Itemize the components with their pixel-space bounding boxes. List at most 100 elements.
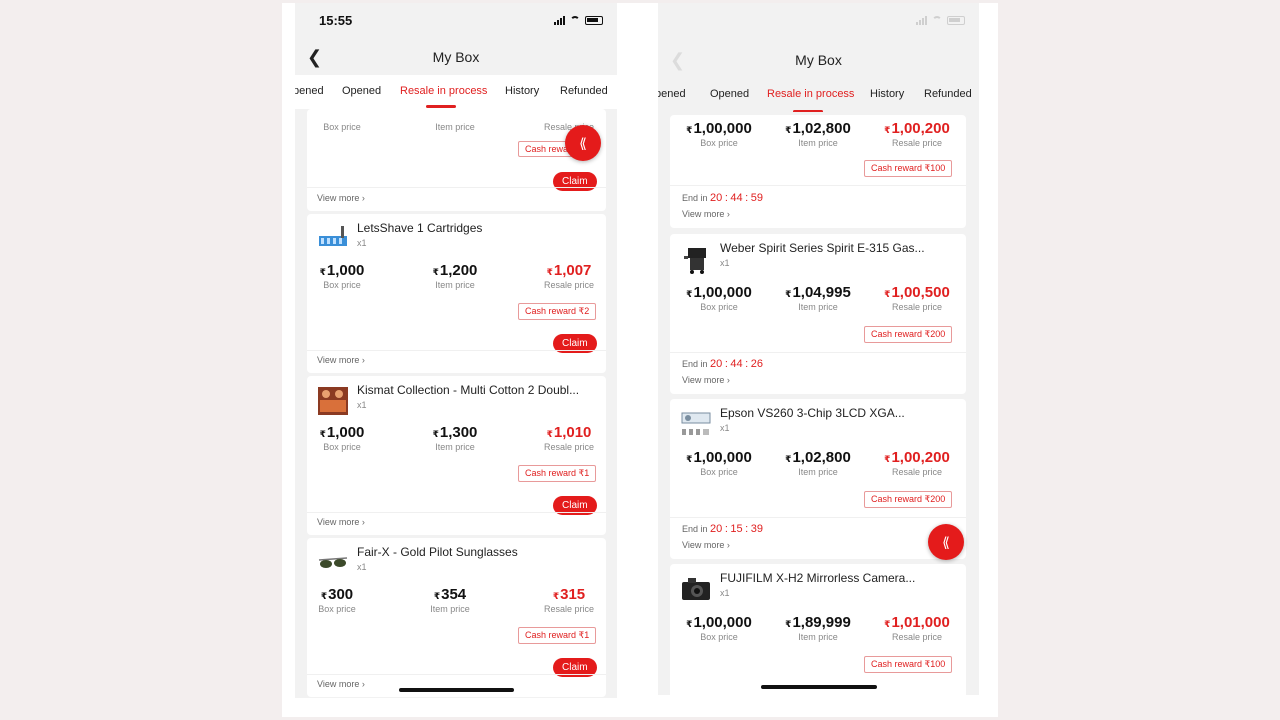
resale-price-col: ₹315 Resale price bbox=[543, 586, 595, 614]
tab-refunded[interactable]: Refunded bbox=[560, 85, 608, 97]
nav-bar: ❮ My Box bbox=[658, 44, 979, 76]
item-price-col: ₹1,300 Item price bbox=[432, 424, 478, 452]
resale-price-value: 1,007 bbox=[553, 262, 592, 279]
bedsheet-icon bbox=[318, 387, 348, 415]
box-price-value: 1,000 bbox=[326, 424, 365, 441]
divider bbox=[307, 674, 606, 675]
tab-unopened[interactable]: pened bbox=[295, 85, 324, 97]
resale-price-col: ₹1,00,200 Resale price bbox=[884, 120, 950, 148]
resale-price-value: 1,01,000 bbox=[891, 614, 950, 631]
active-tab-indicator bbox=[793, 110, 823, 112]
tab-history[interactable]: History bbox=[505, 85, 539, 97]
razor-cartridge-icon bbox=[319, 226, 347, 246]
collapse-fab-icon[interactable]: ⟪ bbox=[928, 524, 964, 560]
nav-bar: ❮ My Box bbox=[295, 41, 617, 73]
box-price-value: 1,000 bbox=[326, 262, 365, 279]
view-more-link[interactable]: View more › bbox=[317, 193, 365, 203]
resale-price-col: ₹1,01,000 Resale price bbox=[884, 614, 950, 642]
view-more-link[interactable]: View more › bbox=[317, 355, 365, 365]
sunglasses-icon bbox=[318, 557, 348, 568]
tab-unopened[interactable]: pened bbox=[658, 88, 686, 100]
claim-button[interactable]: Claim bbox=[553, 172, 597, 191]
resale-price-value: 1,00,200 bbox=[891, 120, 950, 137]
camera-icon bbox=[682, 578, 710, 600]
divider bbox=[307, 350, 606, 351]
item-price-value: 1,200 bbox=[439, 262, 478, 279]
resale-price-value: 1,010 bbox=[553, 424, 592, 441]
end-in-timer: End in 20 : 44 : 59 bbox=[682, 192, 763, 204]
item-price-value: 1,89,999 bbox=[792, 614, 851, 631]
tab-opened[interactable]: Opened bbox=[342, 85, 381, 97]
divider bbox=[307, 187, 606, 188]
box-price-value: 1,00,000 bbox=[693, 449, 752, 466]
product-qty: x1 bbox=[357, 562, 367, 572]
status-time: 15:55 bbox=[319, 13, 353, 28]
view-more-link[interactable]: View more › bbox=[682, 375, 730, 385]
page-title: My Box bbox=[795, 52, 842, 68]
status-icons bbox=[554, 15, 603, 25]
resale-price-value: 1,00,500 bbox=[891, 284, 950, 301]
box-price-col: ₹1,000 Box price bbox=[319, 424, 365, 452]
product-card: Epson VS260 3-Chip 3LCD XGA... x1 ₹1,00,… bbox=[670, 399, 966, 559]
item-price-col: ₹1,200 Item price bbox=[432, 262, 478, 290]
wifi-icon bbox=[570, 16, 580, 24]
battery-icon bbox=[585, 15, 603, 25]
cash-reward-badge: Cash reward ₹200 bbox=[864, 326, 953, 343]
product-qty: x1 bbox=[357, 400, 367, 410]
view-more-link[interactable]: View more › bbox=[682, 540, 730, 550]
box-price-col: ₹300 Box price bbox=[318, 586, 356, 614]
divider bbox=[307, 512, 606, 513]
collapse-fab-icon[interactable]: ⟪ bbox=[565, 125, 601, 161]
cash-reward-badge: Cash reward ₹200 bbox=[864, 491, 953, 508]
box-price-col: ₹1,00,000 Box price bbox=[686, 120, 752, 148]
resale-price-col: ₹1,010 Resale price bbox=[543, 424, 595, 452]
product-card: Kismat Collection - Multi Cotton 2 Doubl… bbox=[307, 376, 606, 535]
end-in-timer: End in 20 : 44 : 26 bbox=[682, 358, 763, 370]
box-price-col: ₹1,00,000 Box price bbox=[686, 614, 752, 642]
projector-icon bbox=[681, 412, 711, 435]
box-price-value: 1,00,000 bbox=[693, 614, 752, 631]
resale-price-col: ₹1,007 Resale price bbox=[543, 262, 595, 290]
tab-resale-in-process[interactable]: Resale in process bbox=[400, 85, 487, 97]
box-price-col: ₹1,00,000 Box price bbox=[686, 284, 752, 312]
divider bbox=[670, 352, 966, 353]
product-name: Fair-X - Gold Pilot Sunglasses bbox=[357, 545, 518, 559]
product-card: Fair-X - Gold Pilot Sunglasses x1 ₹300 Bo… bbox=[307, 538, 606, 697]
tab-refunded[interactable]: Refunded bbox=[924, 88, 972, 100]
wifi-icon bbox=[932, 16, 942, 24]
item-price-value: 1,04,995 bbox=[792, 284, 851, 301]
box-price-value: 1,00,000 bbox=[693, 120, 752, 137]
product-name: Epson VS260 3-Chip 3LCD XGA... bbox=[720, 406, 905, 420]
tab-resale-in-process[interactable]: Resale in process bbox=[767, 88, 854, 100]
tab-history[interactable]: History bbox=[870, 88, 904, 100]
signal-icon bbox=[916, 15, 927, 25]
right-phone-screen: ❮ My Box pened Opened Resale in process … bbox=[658, 3, 979, 695]
resale-price-value: 315 bbox=[560, 586, 586, 603]
product-card: LetsShave 1 Cartridges x1 ₹1,000 Box pric… bbox=[307, 214, 606, 373]
box-price-col: Box price bbox=[323, 122, 361, 132]
product-qty: x1 bbox=[720, 258, 730, 268]
view-more-link[interactable]: View more › bbox=[317, 517, 365, 527]
tab-opened[interactable]: Opened bbox=[710, 88, 749, 100]
product-card: Weber Spirit Series Spirit E-315 Gas... … bbox=[670, 234, 966, 394]
box-price-col: ₹1,00,000 Box price bbox=[686, 449, 752, 477]
product-card-partial: ₹1,00,000 Box price ₹1,02,800 Item price ₹… bbox=[670, 115, 966, 228]
signal-icon bbox=[554, 15, 565, 25]
item-price-col: Item price bbox=[435, 122, 475, 132]
product-card-partial: Box price Item price Resale price Cash r… bbox=[307, 109, 606, 211]
divider bbox=[670, 185, 966, 186]
end-in-timer: End in 20 : 15 : 39 bbox=[682, 523, 763, 535]
item-price-value: 1,02,800 bbox=[792, 120, 851, 137]
product-name: LetsShave 1 Cartridges bbox=[357, 221, 483, 235]
box-price-value: 300 bbox=[328, 586, 354, 603]
item-price-col: ₹1,02,800 Item price bbox=[785, 120, 851, 148]
view-more-link[interactable]: View more › bbox=[682, 209, 730, 219]
resale-price-col: ₹1,00,200 Resale price bbox=[884, 449, 950, 477]
product-card: FUJIFILM X-H2 Mirrorless Camera... x1 ₹1… bbox=[670, 564, 966, 695]
divider bbox=[670, 517, 966, 518]
home-indicator bbox=[761, 685, 877, 689]
cash-reward-badge: Cash reward ₹100 bbox=[864, 160, 953, 177]
view-more-link[interactable]: View more › bbox=[317, 679, 365, 689]
item-price-col: ₹1,02,800 Item price bbox=[785, 449, 851, 477]
cash-reward-badge: Cash reward ₹100 bbox=[864, 656, 953, 673]
